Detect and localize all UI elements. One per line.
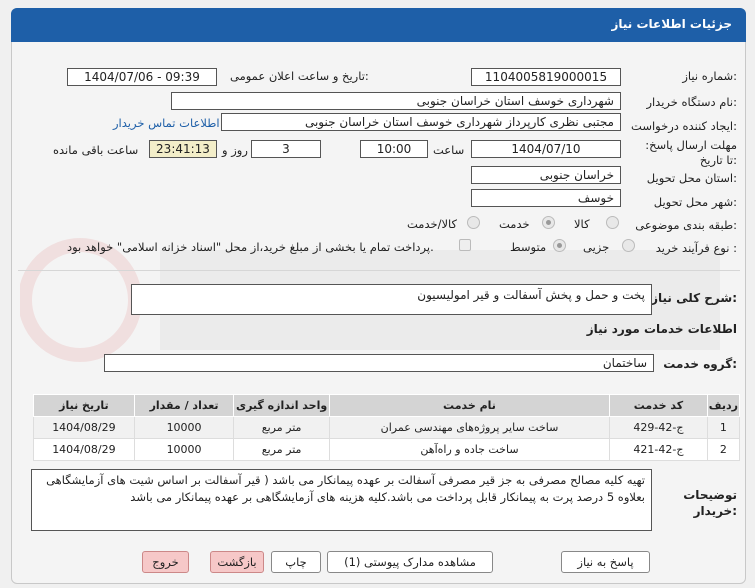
cell-row: 1 [706,416,741,439]
cell-row: 2 [706,438,741,461]
back-button[interactable]: بازگشت [210,551,264,573]
province-field: خراسان جنوبی [471,166,621,184]
services-section-title: اطلاعات خدمات مورد نیاز [586,322,737,336]
buyer-field: شهرداری خوسف استان خراسان جنوبی [171,92,621,110]
page-header: جزئیات اطلاعات نیاز [11,8,746,42]
need-number-label: شماره نیاز: [682,69,737,83]
creator-field: مجتبی نظری کارپرداز شهرداری خوسف استان خ… [221,113,621,131]
process-option-medium: متوسط [510,240,547,254]
cell-qty: 10000 [133,438,235,461]
announce-field: 1404/07/06 - 09:39 [67,68,217,86]
service-group-field: ساختمان [104,354,654,372]
cell-qty: 10000 [133,416,235,439]
category-label: طبقه بندی موضوعی: [635,218,737,232]
deadline-time-field: 10:00 [360,140,428,158]
treasury-checkbox[interactable] [459,239,471,251]
summary-field: پخت و حمل و پخش آسفالت و قیر امولیسیون [131,284,652,315]
service-group-label: گروه خدمت: [663,357,737,371]
col-row: ردیف [706,394,741,417]
deadline-date-field: 1404/07/10 [471,140,621,158]
col-code: کد خدمت [609,394,708,417]
col-unit: واحد اندازه گیری [233,394,330,417]
days-field: 3 [251,140,321,158]
page-title: جزئیات اطلاعات نیاز [611,17,732,31]
cell-code: ج-42-429 [609,416,708,439]
col-date: تاریخ نیاز [33,394,135,417]
divider [18,270,740,271]
process-label: نوع فرآیند خرید : [655,241,737,255]
cell-code: ج-42-421 [609,438,708,461]
process-radio-minor[interactable] [622,239,635,252]
creator-label: ایجاد کننده درخواست: [631,119,737,133]
table-row: 2 ج-42-421 ساخت جاده و راه‌آهن متر مربع … [33,438,741,461]
services-table: ردیف کد خدمت نام خدمت واحد اندازه گیری ت… [33,394,741,461]
category-radio-goods[interactable] [606,216,619,229]
time-label: ساعت [433,143,465,157]
summary-label: شرح کلی نیاز: [651,291,737,305]
col-qty: تعداد / مقدار [133,394,235,417]
remaining-label: ساعت باقی مانده [53,143,139,157]
cell-date: 1404/08/29 [33,416,135,439]
process-option-minor: جزیی [583,240,610,254]
category-option-service: خدمت [499,217,530,231]
payment-note: پرداخت تمام یا بخشی از مبلغ خرید،از محل … [67,240,434,254]
cell-unit: متر مربع [233,438,330,461]
buyer-label: نام دستگاه خریدار: [646,95,737,109]
need-number-field: 1104005819000015 [471,68,621,86]
category-radio-goods-service[interactable] [467,216,480,229]
buyer-notes-label: توضیحات خریدار: [683,488,737,518]
cell-name: ساخت جاده و راه‌آهن [328,438,611,461]
col-name: نام خدمت [328,394,611,417]
city-field: خوسف [471,189,621,207]
reply-button[interactable]: پاسخ به نیاز [561,551,650,573]
province-label: استان محل تحویل: [646,171,737,185]
buyer-contact-link[interactable]: اطلاعات تماس خریدار [113,116,220,130]
exit-button[interactable]: خروج [142,551,189,573]
table-row: 1 ج-42-429 ساخت سایر پروژه‌های مهندسی عم… [33,416,741,439]
days-label: روز و [222,143,248,157]
cell-name: ساخت سایر پروژه‌های مهندسی عمران [328,416,611,439]
remaining-time-field: 23:41:13 [149,140,217,158]
cell-date: 1404/08/29 [33,438,135,461]
category-option-goods: کالا [574,217,590,231]
deadline-label: مهلت ارسال پاسخ: تا تاریخ: [645,138,737,167]
buyer-notes-field: تهیه کلیه مصالح مصرفی به جز قیر مصرفی آس… [31,469,652,531]
process-radio-medium[interactable] [553,239,566,252]
category-radio-service[interactable] [542,216,555,229]
city-label: شهر محل تحویل: [653,195,737,209]
print-button[interactable]: چاپ [271,551,321,573]
category-option-goods-service: کالا/خدمت [407,217,458,231]
attachments-button[interactable]: مشاهده مدارک پیوستی (1) [327,551,493,573]
cell-unit: متر مربع [233,416,330,439]
announce-label: تاریخ و ساعت اعلان عمومی: [230,69,369,83]
